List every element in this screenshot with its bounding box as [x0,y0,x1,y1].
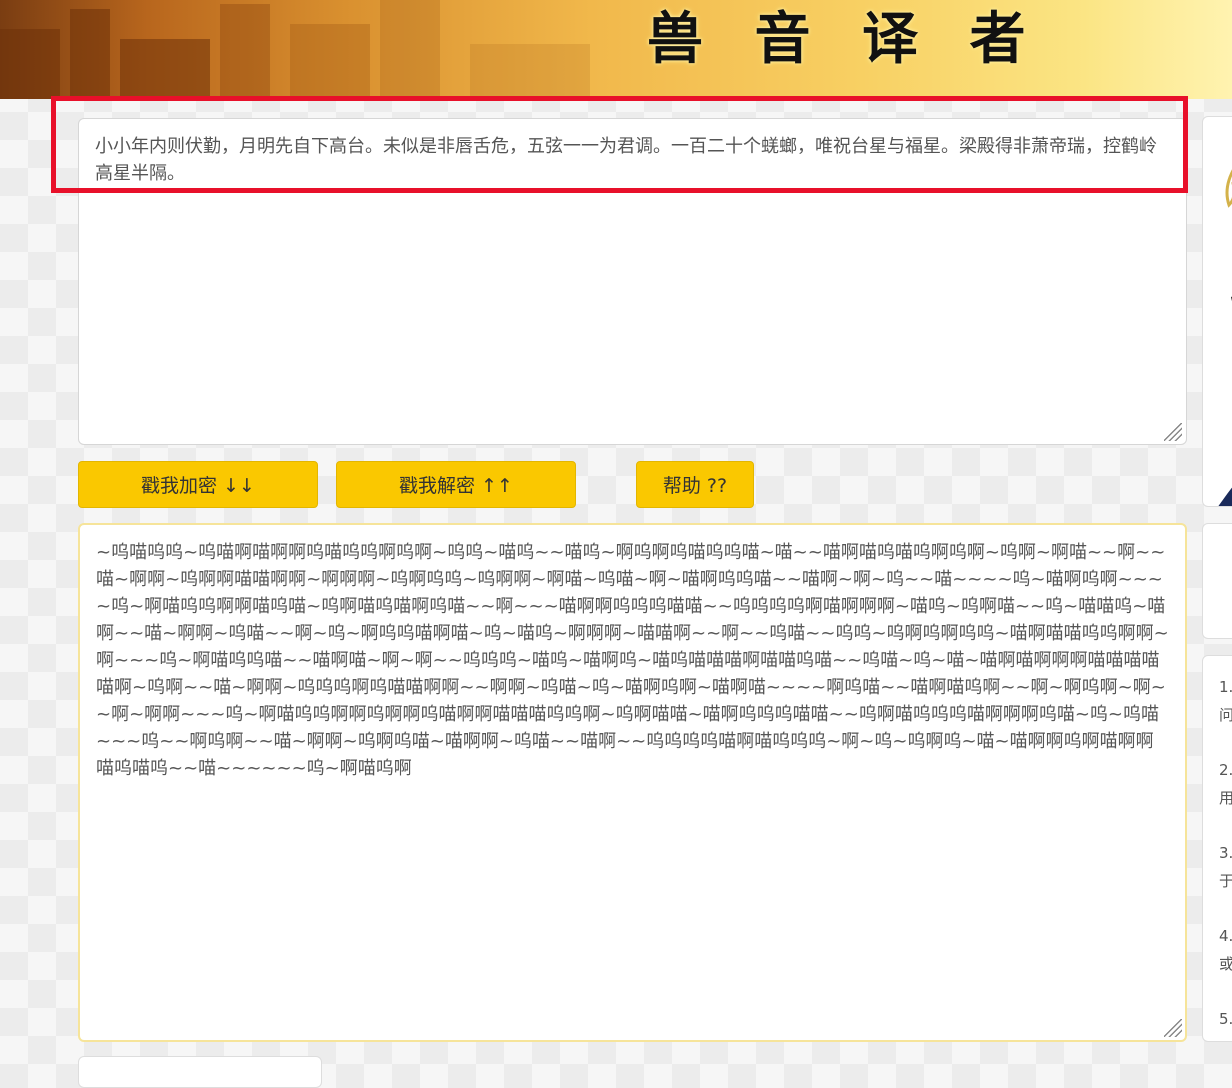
bottom-panel [78,1056,322,1088]
help-item-number: 5. [1219,1010,1232,1028]
banner-building [0,29,60,99]
header-banner: 兽 音 译 者 [0,0,1232,99]
side-card [1202,523,1232,639]
help-item-number: 2. [1219,761,1232,779]
help-item-number: 3. [1219,844,1232,862]
banner-building [70,9,110,99]
help-item-text: 问 [1219,704,1232,725]
banner-building [220,4,270,99]
plaintext-input[interactable]: 小小年内则伏勤，月明先自下高台。未似是非唇舌危，五弦一一为君调。一百二十个蜣螂，… [78,118,1187,445]
resize-handle-icon[interactable] [1164,423,1182,441]
decrypt-button[interactable]: 戳我解密 ↑↑ [336,461,576,508]
ciphertext-output[interactable]: ~呜喵呜呜~呜喵啊喵啊啊呜喵呜呜啊呜啊~呜呜~喵呜~~喵呜~啊呜啊呜喵呜呜喵~喵… [78,523,1187,1042]
resize-handle-icon[interactable] [1164,1019,1182,1037]
help-item-text: 或 [1219,953,1232,974]
encrypt-button[interactable]: 戳我加密 ↓↓ [78,461,318,508]
character-illustration-icon [1218,169,1232,506]
banner-building [290,24,370,99]
banner-building [120,39,210,99]
help-panel: 1. 问 2. 用 3. 于 4. 或 5. [1202,655,1232,1042]
page-title: 兽 音 译 者 [647,7,1042,72]
banner-building [470,44,590,99]
banner-building [380,0,440,99]
help-button[interactable]: 帮助 ?? [636,461,754,508]
help-item-text: 用 [1219,787,1232,808]
help-item-text: 于 [1219,870,1232,891]
side-illustration-card [1202,116,1232,507]
help-item-number: 1. [1219,678,1232,696]
help-item-number: 4. [1219,927,1232,945]
